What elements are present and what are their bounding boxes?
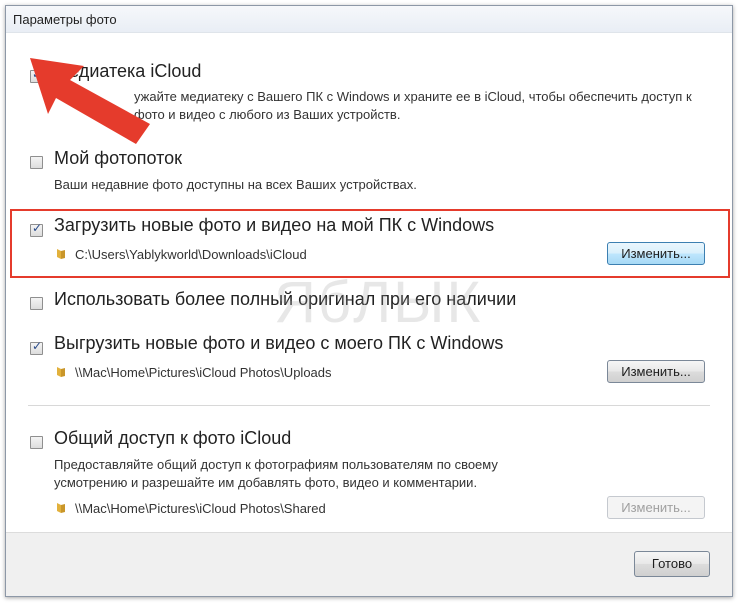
sharing-checkbox[interactable]	[30, 436, 43, 449]
photostream-description: Ваши недавние фото доступны на всех Ваши…	[54, 177, 417, 192]
folder-icon	[57, 367, 65, 377]
original-checkbox[interactable]	[30, 297, 43, 310]
upload-path: \\Mac\Home\Pictures\iCloud Photos\Upload…	[75, 365, 332, 380]
window-title: Параметры фото	[13, 12, 117, 27]
sharing-title: Общий доступ к фото iCloud	[54, 428, 292, 448]
pointer-arrow-icon	[30, 58, 150, 144]
upload-title: Выгрузить новые фото и видео с моего ПК …	[54, 333, 504, 353]
separator	[28, 405, 710, 406]
title-bar: Параметры фото	[6, 6, 732, 33]
sharing-change-button[interactable]: Изменить...	[607, 496, 705, 519]
sharing-description: Предоставляйте общий доступ к фотография…	[54, 457, 498, 490]
done-button[interactable]: Готово	[634, 551, 710, 577]
highlight-frame	[10, 209, 730, 278]
sharing-path: \\Mac\Home\Pictures\iCloud Photos\Shared	[75, 501, 326, 516]
upload-checkbox[interactable]	[30, 339, 43, 355]
folder-icon	[57, 503, 65, 513]
upload-change-button[interactable]: Изменить...	[607, 360, 705, 383]
dialog-footer: Готово	[6, 532, 732, 596]
watermark: ЯбЛЫК	[274, 270, 483, 335]
photostream-checkbox[interactable]	[30, 156, 43, 169]
library-description: ужайте медиатеку с Вашего ПК с Windows и…	[134, 89, 692, 122]
